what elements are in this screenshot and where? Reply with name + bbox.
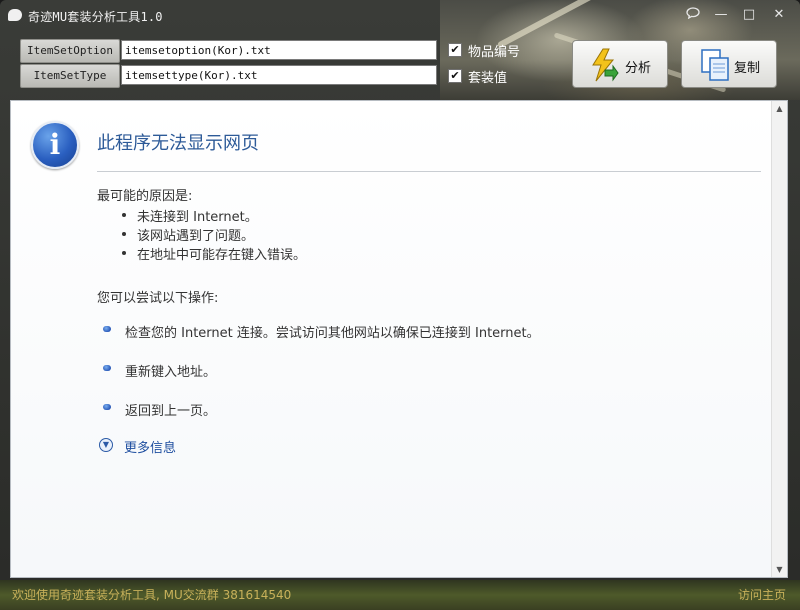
close-button[interactable]: ✕ [770, 7, 788, 23]
maximize-button[interactable]: □ [740, 7, 758, 23]
divider [97, 171, 761, 172]
info-icon: i [31, 121, 79, 169]
item-set-type-input[interactable]: itemsettype(Kor).txt [121, 65, 437, 85]
item-set-option-input[interactable]: itemsetoption(Kor).txt [121, 40, 437, 60]
vertical-scrollbar[interactable]: ▲ ▼ [771, 101, 787, 577]
more-info-link[interactable]: 更多信息 [124, 437, 176, 456]
action-item: 重新键入地址。 [125, 365, 217, 380]
copy-button[interactable]: 复制 [681, 40, 777, 88]
page-title: 此程序无法显示网页 [97, 133, 259, 154]
app-window: 奇迹MU套装分析工具1.0 — □ ✕ ItemSetOption itemse… [0, 0, 800, 610]
action-item: 返回到上一页。 [125, 404, 217, 419]
chat-bubble-icon [8, 9, 22, 21]
scroll-up-icon[interactable]: ▲ [772, 101, 787, 116]
cause-item: 该网站遇到了问题。 [137, 229, 255, 244]
bullet [122, 232, 126, 236]
scroll-down-icon[interactable]: ▼ [772, 562, 787, 577]
analyze-button[interactable]: 分析 [572, 40, 668, 88]
minimize-button[interactable]: — [712, 7, 730, 23]
set-value-label: 套装值 [468, 71, 508, 86]
status-bar: 欢迎使用奇迹套装分析工具, MU交流群 381614540 访问主页 [0, 580, 800, 610]
bullet [122, 213, 126, 217]
actions-heading: 您可以尝试以下操作: [97, 291, 219, 306]
analyze-button-label: 分析 [625, 61, 652, 76]
lightning-arrow-icon [592, 48, 619, 82]
window-title: 奇迹MU套装分析工具1.0 [28, 10, 163, 24]
title-bar: 奇迹MU套装分析工具1.0 — □ ✕ [0, 0, 800, 32]
status-message: 欢迎使用奇迹套装分析工具, MU交流群 381614540 [12, 588, 292, 602]
item-set-type-label: ItemSetType [20, 64, 120, 88]
chevron-down-circle-icon[interactable]: ▼ [99, 438, 113, 452]
browser-view[interactable]: i 此程序无法显示网页 最可能的原因是: 未连接到 Internet。 该网站遇… [10, 100, 788, 578]
blue-bullet-icon [103, 404, 111, 410]
cause-item: 在地址中可能存在键入错误。 [137, 248, 307, 263]
action-item: 检查您的 Internet 连接。尝试访问其他网站以确保已连接到 Interne… [125, 326, 540, 341]
copy-button-label: 复制 [734, 61, 761, 76]
copy-documents-icon [701, 49, 729, 81]
causes-heading: 最可能的原因是: [97, 189, 193, 204]
item-set-option-label: ItemSetOption [20, 39, 120, 63]
set-value-checkbox[interactable]: ✔ [448, 69, 462, 83]
blue-bullet-icon [103, 365, 111, 371]
chat-icon[interactable] [684, 7, 702, 23]
cause-item: 未连接到 Internet。 [137, 210, 258, 225]
bullet [122, 251, 126, 255]
visit-homepage-link[interactable]: 访问主页 [738, 586, 786, 603]
item-number-checkbox[interactable]: ✔ [448, 43, 462, 57]
item-number-label: 物品编号 [468, 45, 521, 60]
blue-bullet-icon [103, 326, 111, 332]
